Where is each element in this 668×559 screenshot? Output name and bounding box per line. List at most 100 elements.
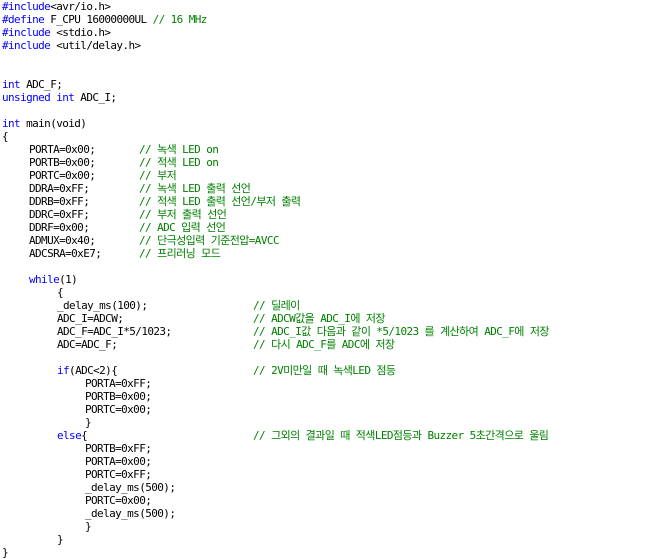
code-text: PORTB=0xFF; (85, 442, 152, 455)
code-token: PORTC=0x00; (85, 494, 152, 507)
code-line[interactable]: } (0, 416, 668, 429)
code-line[interactable] (0, 104, 668, 117)
code-line[interactable]: } (0, 533, 668, 546)
code-line[interactable]: #define F_CPU 16000000UL // 16 MHz (0, 13, 668, 26)
code-token: DDRA=0xFF; (29, 182, 90, 195)
code-line[interactable]: PORTC=0x00; // 부저 (0, 169, 668, 182)
keyword-token: int (2, 78, 21, 91)
code-token: <stdio.h> (50, 26, 111, 39)
code-text: } (57, 533, 64, 546)
comment-token: // 부저 (139, 169, 177, 182)
code-line[interactable]: PORTA=0xFF; (0, 377, 668, 390)
comment-token: // 프리러닝 모드 (139, 247, 221, 260)
code-line[interactable]: PORTA=0x00; // 녹색 LED on (0, 143, 668, 156)
code-text: #include<avr/io.h> (2, 0, 111, 13)
keyword-token: #include (2, 39, 51, 52)
code-line[interactable]: #include <util/delay.h> (0, 39, 668, 52)
code-text: DDRF=0x00; (29, 221, 90, 234)
code-line[interactable]: DDRF=0x00; // ADC 입력 선언 (0, 221, 668, 234)
code-token: } (85, 416, 92, 429)
code-text: } (85, 520, 92, 533)
code-text: else{ (57, 429, 88, 442)
code-line[interactable]: PORTA=0x00; (0, 455, 668, 468)
code-token: } (2, 546, 9, 559)
code-text: _delay_ms(100); (57, 299, 148, 312)
code-line[interactable]: PORTC=0x00; (0, 403, 668, 416)
code-token: DDRB=0xFF; (29, 195, 90, 208)
code-token: <avr/io.h> (50, 0, 111, 13)
code-line[interactable]: else{ // 그외의 결과일 때 적색LED점등과 Buzzer 5초간격으로… (0, 429, 668, 442)
code-line[interactable]: PORTB=0xFF; (0, 442, 668, 455)
code-line[interactable]: ADMUX=0x40; // 단극성입력 기준전압=AVCC (0, 234, 668, 247)
comment-token: // 그외의 결과일 때 적색LED점등과 Buzzer 5초간격으로 울림 (253, 429, 549, 442)
code-text: } (85, 416, 92, 429)
code-line[interactable]: { (0, 286, 668, 299)
comment-token: // 다시 ADC_F를 ADC에 저장 (253, 338, 395, 351)
comment-token: // 적색 LED on (139, 156, 219, 169)
code-line[interactable]: DDRA=0xFF; // 녹색 LED 출력 선언 (0, 182, 668, 195)
code-text: int main(void) (2, 117, 87, 130)
code-token: PORTC=0x00; (85, 403, 152, 416)
code-text: DDRB=0xFF; (29, 195, 90, 208)
code-line[interactable]: ADC=ADC_F; // 다시 ADC_F를 ADC에 저장 (0, 338, 668, 351)
code-line[interactable]: _delay_ms(100); // 딜레이 (0, 299, 668, 312)
code-token: } (57, 533, 64, 546)
code-line[interactable]: DDRB=0xFF; // 적색 LED 출력 선언/부저 출력 (0, 195, 668, 208)
code-line[interactable]: } (0, 546, 668, 559)
code-token: main(void) (20, 117, 87, 130)
code-line[interactable]: while(1) (0, 273, 668, 286)
comment-token: // ADC_I값 다음과 같이 *5/1023 를 계산하여 ADC_F에 저… (253, 325, 549, 338)
code-text: DDRA=0xFF; (29, 182, 90, 195)
code-line[interactable]: PORTB=0x00; // 적색 LED on (0, 156, 668, 169)
keyword-token: if (57, 364, 70, 377)
code-line[interactable]: PORTC=0xFF; (0, 468, 668, 481)
code-token: DDRC=0xFF; (29, 208, 90, 221)
code-text: _delay_ms(500); (85, 507, 176, 520)
code-text: PORTA=0xFF; (85, 377, 152, 390)
code-line[interactable]: PORTC=0x00; (0, 494, 668, 507)
code-line[interactable]: { (0, 130, 668, 143)
code-text: { (57, 286, 64, 299)
code-text: #define F_CPU 16000000UL // 16 MHz (2, 13, 207, 26)
comment-token: // 녹색 LED 출력 선언 (139, 182, 251, 195)
code-token: PORTB=0x00; (85, 390, 152, 403)
code-editor[interactable]: #include<avr/io.h> #define F_CPU 16000000… (0, 0, 668, 559)
code-token: PORTA=0xFF; (85, 377, 152, 390)
code-text: _delay_ms(500); (85, 481, 176, 494)
comment-token: // 딜레이 (253, 299, 300, 312)
code-token: ADC=ADC_F; (57, 338, 118, 351)
code-line[interactable] (0, 260, 668, 273)
code-line[interactable] (0, 65, 668, 78)
code-token: (ADC<2){ (69, 364, 118, 377)
code-line[interactable]: if(ADC<2){// 2V미만일 때 녹색LED 점등 (0, 364, 668, 377)
keyword-token: #define (2, 13, 45, 26)
code-token: _delay_ms(500); (85, 507, 176, 520)
code-line[interactable]: int ADC_F; (0, 78, 668, 91)
code-line[interactable]: PORTB=0x00; (0, 390, 668, 403)
keyword-token: #include (2, 0, 51, 13)
code-text: PORTA=0x00; (85, 455, 152, 468)
code-token: { (2, 130, 9, 143)
code-token: ADC_F=ADC_I*5/1023; (57, 325, 172, 338)
comment-token: // 16 MHz (152, 13, 208, 26)
comment-token: // ADCW값을 ADC_I에 저장 (253, 312, 386, 325)
code-text: int ADC_F; (2, 78, 63, 91)
code-line[interactable]: ADCSRA=0xE7; // 프리러닝 모드 (0, 247, 668, 260)
code-line[interactable]: ADC_I=ADCW; // ADCW값을 ADC_I에 저장 (0, 312, 668, 325)
code-line[interactable] (0, 351, 668, 364)
code-line[interactable] (0, 52, 668, 65)
code-token: } (85, 520, 92, 533)
code-line[interactable]: DDRC=0xFF; // 부저 출력 선언 (0, 208, 668, 221)
code-text: DDRC=0xFF; (29, 208, 90, 221)
code-line[interactable]: #include <stdio.h> (0, 26, 668, 39)
code-line[interactable]: _delay_ms(500); (0, 507, 668, 520)
code-line[interactable]: ADC_F=ADC_I*5/1023; // ADC_I값 다음과 같이 *5/1… (0, 325, 668, 338)
code-line[interactable]: } (0, 520, 668, 533)
code-line[interactable]: #include<avr/io.h> (0, 0, 668, 13)
keyword-token: else (57, 429, 82, 442)
keyword-token: int (2, 117, 21, 130)
code-token: _delay_ms(500); (85, 481, 176, 494)
code-line[interactable]: int main(void) (0, 117, 668, 130)
code-line[interactable]: _delay_ms(500); (0, 481, 668, 494)
code-line[interactable]: unsigned int ADC_I; (0, 91, 668, 104)
